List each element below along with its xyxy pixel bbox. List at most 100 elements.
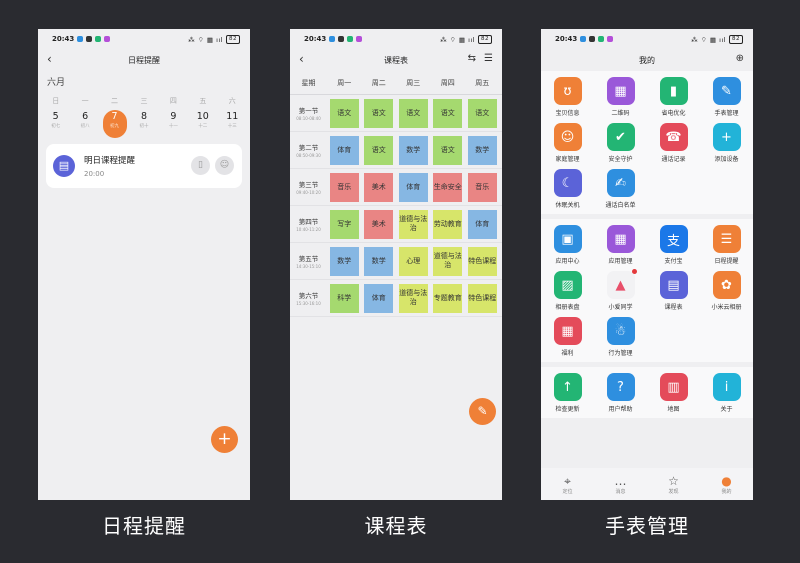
date-cell[interactable]: 6 初八	[73, 110, 97, 138]
app-label: 手表管理	[714, 110, 739, 117]
schedule-header-cell: 周五	[475, 78, 490, 87]
app-tile[interactable]: + 添加设备	[700, 120, 753, 166]
date-cell[interactable]: 9 十一	[161, 110, 185, 138]
app-tile[interactable]: ☃ 行为管理	[594, 314, 647, 360]
app-tile[interactable]: ▦ 二维码	[594, 74, 647, 120]
app-glyph: 支	[666, 233, 680, 249]
date-cell[interactable]: 10 十二	[191, 110, 215, 138]
course-cell[interactable]: 劳动教育	[433, 209, 463, 239]
course-cell[interactable]: 体育	[364, 283, 394, 313]
app-glyph: ▨	[561, 277, 574, 293]
app-tile[interactable]: ✔ 安全守护	[594, 120, 647, 166]
battery-icon: 82	[729, 34, 743, 44]
reminder-card[interactable]: ▤ 明日课程提醒 20:00 ▯ ☺	[46, 144, 242, 188]
status-time: 20:43	[555, 35, 578, 43]
month-label: 六月	[47, 78, 66, 88]
course-cell[interactable]: 语文	[398, 98, 428, 128]
lunar-date: 初七	[51, 124, 61, 129]
app-tile[interactable]: ☺ 家庭管理	[541, 120, 594, 166]
lunar-date: 初九	[110, 124, 120, 129]
app-tile[interactable]: ▥ 地图	[647, 370, 700, 416]
app-tile[interactable]: ✎ 手表管理	[700, 74, 753, 120]
course-cell[interactable]: 数学	[364, 246, 394, 276]
app-tile[interactable]: ▨ 相册表盘	[541, 268, 594, 314]
course-cell[interactable]: 体育	[329, 135, 359, 165]
course-cell[interactable]: 写字	[329, 209, 359, 239]
date-strip: 5 初七 6 初八 7 初九 8 初十 9 十一 10 十二 11 十三	[38, 106, 250, 138]
app-tile[interactable]: ☎ 通话记录	[647, 120, 700, 166]
course-cell[interactable]: 特色课程	[467, 283, 497, 313]
course-cell[interactable]: 数学	[329, 246, 359, 276]
edit-schedule-button[interactable]: ✎	[469, 398, 496, 425]
app-label: 相册表盘	[555, 304, 580, 311]
app-tile[interactable]: ▦ 福利	[541, 314, 594, 360]
course-cell[interactable]: 语文	[364, 98, 394, 128]
app-tile[interactable]: ▲ 小爱同学	[594, 268, 647, 314]
app-tile[interactable]: ☰ 日程提醒	[700, 222, 753, 268]
add-reminder-button[interactable]: +	[211, 426, 238, 453]
nav-item[interactable]: ☆ 发现	[654, 474, 694, 495]
course-cell[interactable]: 心理	[398, 246, 428, 276]
course-cell[interactable]: 道德与法治	[398, 283, 428, 313]
app-label: 休眠关机	[555, 202, 580, 209]
app-tile[interactable]: ↑ 检查更新	[541, 370, 594, 416]
period-name: 第三节	[298, 181, 319, 189]
app-icon: ▥	[659, 373, 688, 401]
course-cell[interactable]: 美术	[364, 209, 394, 239]
title-bar: 我的 ⊕	[541, 49, 753, 71]
date-cell[interactable]: 11 十三	[220, 110, 244, 138]
date-cell[interactable]: 7 初九	[102, 110, 127, 138]
app-tile[interactable]: ▤ 课程表	[647, 268, 700, 314]
app-tile[interactable]: ▣ 应用中心	[541, 222, 594, 268]
course-cell[interactable]: 音乐	[467, 172, 497, 202]
course-cell[interactable]: 体育	[467, 209, 497, 239]
course-cell[interactable]: 语文	[364, 135, 394, 165]
course-cell[interactable]: 语文	[433, 135, 463, 165]
notification-icon	[104, 36, 111, 42]
back-arrow-icon[interactable]: ‹	[299, 52, 304, 66]
course-cell[interactable]: 道德与法治	[433, 246, 463, 276]
app-tile[interactable]: 支支付宝	[647, 222, 700, 268]
course-cell[interactable]: 特色课程	[467, 246, 497, 276]
course-cell[interactable]: 道德与法治	[398, 209, 428, 239]
swap-icon[interactable]: ⇆	[468, 53, 476, 64]
app-tile[interactable]: ✿ 小米云相册	[700, 268, 753, 314]
course-cell[interactable]: 语文	[433, 98, 463, 128]
status-time: 20:43	[304, 35, 327, 43]
bottom-navigation: ⌖ 定位 … 消息 ☆ 发现 ● 我的	[541, 468, 753, 500]
nav-item[interactable]: ● 我的	[707, 474, 747, 495]
watch-management-screen: 20:43 ⁂ ⌔ ▦ ııl 82 我的 ⊕ ʊ 宝贝信息 ▦ 二维码 ▮ 省电优化 ✎ 手…	[541, 29, 753, 500]
back-arrow-icon[interactable]: ‹	[47, 52, 52, 66]
course-cell[interactable]: 体育	[398, 172, 428, 202]
course-cell[interactable]: 专题教育	[433, 283, 463, 313]
course-cell[interactable]: 语文	[467, 98, 497, 128]
watch-icon[interactable]: ▯	[191, 156, 210, 175]
course-cell[interactable]: 科学	[329, 283, 359, 313]
course-cell[interactable]: 语文	[329, 98, 359, 128]
course-cell[interactable]: 数学	[467, 135, 497, 165]
notification-icon	[347, 36, 354, 42]
app-tile[interactable]: ▦ 应用管理	[594, 222, 647, 268]
person-icon[interactable]: ☺	[215, 156, 234, 175]
app-tile[interactable]: i 关于	[700, 370, 753, 416]
app-icon: ✿	[712, 271, 741, 299]
app-tile[interactable]: ? 用户帮助	[594, 370, 647, 416]
course-cell[interactable]: 生命安全	[433, 172, 463, 202]
app-glyph: ▦	[614, 83, 627, 99]
app-tile[interactable]: ☾ 休眠关机	[541, 166, 594, 212]
add-icon[interactable]: ⊕	[736, 53, 744, 64]
course-cell[interactable]: 美术	[364, 172, 394, 202]
app-label: 宝贝信息	[555, 110, 580, 117]
nav-item[interactable]: ⌖ 定位	[548, 474, 588, 495]
app-tile[interactable]: ʊ 宝贝信息	[541, 74, 594, 120]
date-cell[interactable]: 8 初十	[132, 110, 156, 138]
date-cell[interactable]: 5 初七	[44, 110, 68, 138]
app-tile[interactable]: ▮ 省电优化	[647, 74, 700, 120]
course-cell[interactable]: 数学	[398, 135, 428, 165]
settings-sliders-icon[interactable]: ☰	[484, 53, 493, 64]
app-icon: ▦	[553, 317, 582, 345]
app-tile[interactable]: ✍ 通话白名单	[594, 166, 647, 212]
reminder-title: 明日课程提醒	[84, 156, 136, 166]
nav-item[interactable]: … 消息	[601, 474, 641, 495]
course-cell[interactable]: 音乐	[329, 172, 359, 202]
